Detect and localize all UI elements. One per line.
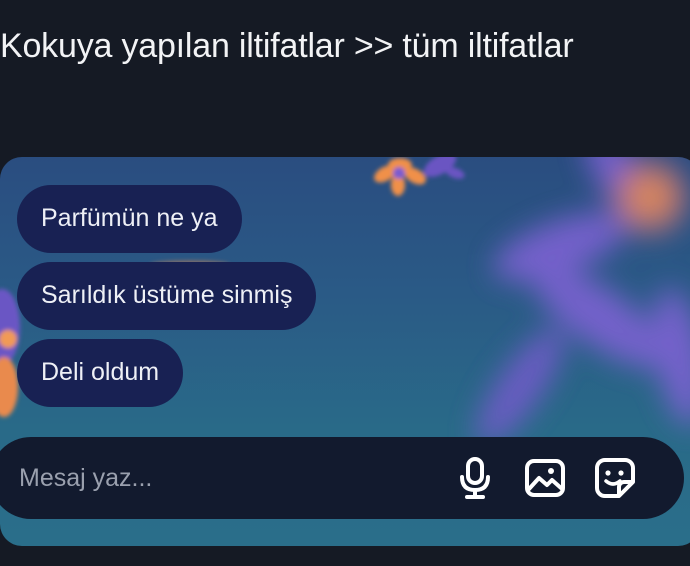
message-bubble[interactable]: Parfümün ne ya	[17, 185, 242, 253]
wallpaper-blurred-flower	[475, 157, 690, 446]
message-bubble[interactable]: Sarıldık üstüme sinmiş	[17, 262, 317, 330]
microphone-icon	[460, 457, 490, 499]
message-input[interactable]: Mesaj yaz...	[19, 462, 152, 494]
post-caption: Kokuya yapılan iltifatlar >> tüm iltifat…	[0, 27, 574, 65]
wallpaper-top-flower	[374, 157, 465, 196]
image-icon	[525, 459, 565, 497]
screen: Kokuya yapılan iltifatlar >> tüm iltifat…	[0, 0, 690, 566]
gallery-button[interactable]	[522, 455, 568, 501]
message-list: Parfümün ne ya Sarıldık üstüme sinmiş De…	[17, 185, 317, 407]
sticker-icon	[595, 458, 635, 498]
sticker-button[interactable]	[592, 455, 638, 501]
chat-window: Parfümün ne ya Sarıldık üstüme sinmiş De…	[0, 157, 690, 546]
message-composer: Mesaj yaz...	[0, 437, 684, 519]
microphone-button[interactable]	[452, 455, 498, 501]
message-bubble[interactable]: Deli oldum	[17, 339, 184, 407]
